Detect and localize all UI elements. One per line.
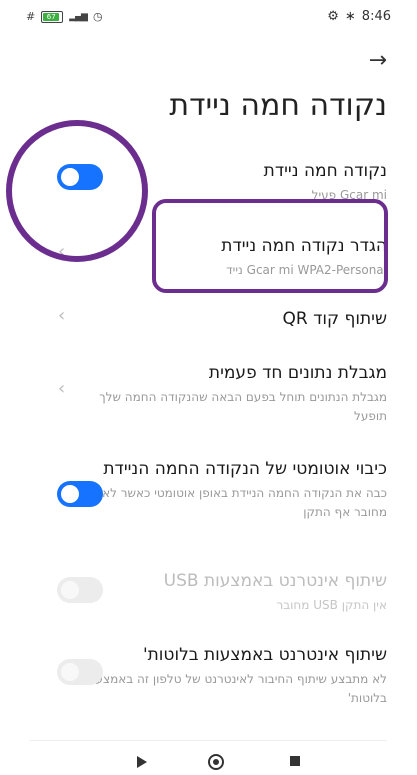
usb-tethering-toggle (57, 577, 103, 603)
setting-title: כיבוי אוטומטי של הנקודה החמה הניידת (103, 459, 387, 479)
battery-icon: 67 (41, 10, 64, 23)
nav-recents-icon[interactable] (290, 756, 300, 766)
toggle-knob (61, 581, 79, 599)
divider (30, 740, 387, 741)
annotation-circle (6, 120, 148, 262)
nav-home-icon[interactable] (208, 754, 224, 770)
setting-title: שיתוף אינטרנט באמצעות בלוטות' (142, 645, 387, 665)
back-arrow-icon[interactable]: → (369, 48, 387, 73)
status-left: # 67 ▂▄▆ ◷ (26, 10, 103, 23)
toggle-knob (61, 663, 79, 681)
setting-bluetooth-tethering[interactable]: שיתוף אינטרנט באמצעות בלוטות' לא מתבצע ש… (67, 642, 387, 708)
nav-back-icon[interactable] (137, 756, 147, 768)
status-right: ⚙ ∗ 8:46 (327, 9, 391, 24)
setting-title: שיתוף קוד QR (282, 309, 387, 329)
setting-title: שיתוף אינטרנט באמצעות USB (163, 571, 387, 591)
auto-off-toggle[interactable] (57, 481, 103, 507)
setting-usb-tethering: שיתוף אינטרנט באמצעות USB אין התקן USB מ… (67, 568, 387, 615)
setting-subtitle: מגבלת הנתונים תוחל בפעם הבאה שהנקודה החמ… (99, 390, 387, 423)
bluetooth-icon: ∗ (344, 9, 356, 24)
bluetooth-tethering-toggle[interactable] (57, 659, 103, 685)
setting-title: מגבלת נתונים חד פעמית (208, 363, 387, 383)
chevron-left-icon: ‹ (58, 305, 66, 326)
navigation-bar (0, 748, 417, 775)
hash-icon: # (26, 10, 36, 23)
alarm-icon: ◷ (92, 10, 103, 23)
settings-gear-icon: ⚙ (327, 9, 339, 24)
setting-auto-off[interactable]: כיבוי אוטומטי של הנקודה החמה הניידת כבה … (67, 456, 387, 522)
annotation-rectangle (152, 199, 388, 293)
clock: 8:46 (361, 9, 391, 24)
setting-qr-share[interactable]: שיתוף קוד QR (67, 306, 387, 332)
battery-level: 67 (43, 12, 60, 21)
setting-subtitle: כבה את הנקודה החמה הניידת באופן אוטומטי … (102, 486, 387, 519)
signal-icon: ▂▄▆ (69, 11, 88, 22)
chevron-left-icon: ‹ (58, 378, 66, 399)
toggle-knob (61, 485, 79, 503)
page-title: נקודה חמה ניידת (169, 88, 387, 123)
status-bar: # 67 ▂▄▆ ◷ ⚙ ∗ 8:46 (0, 0, 417, 34)
setting-data-limit[interactable]: מגבלת נתונים חד פעמית מגבלת הנתונים תוחל… (67, 360, 387, 426)
setting-subtitle: אין התקן USB מחובר (276, 598, 387, 612)
setting-subtitle: לא מתבצע שיתוף החיבור לאינטרנט של טלפון … (84, 672, 387, 705)
